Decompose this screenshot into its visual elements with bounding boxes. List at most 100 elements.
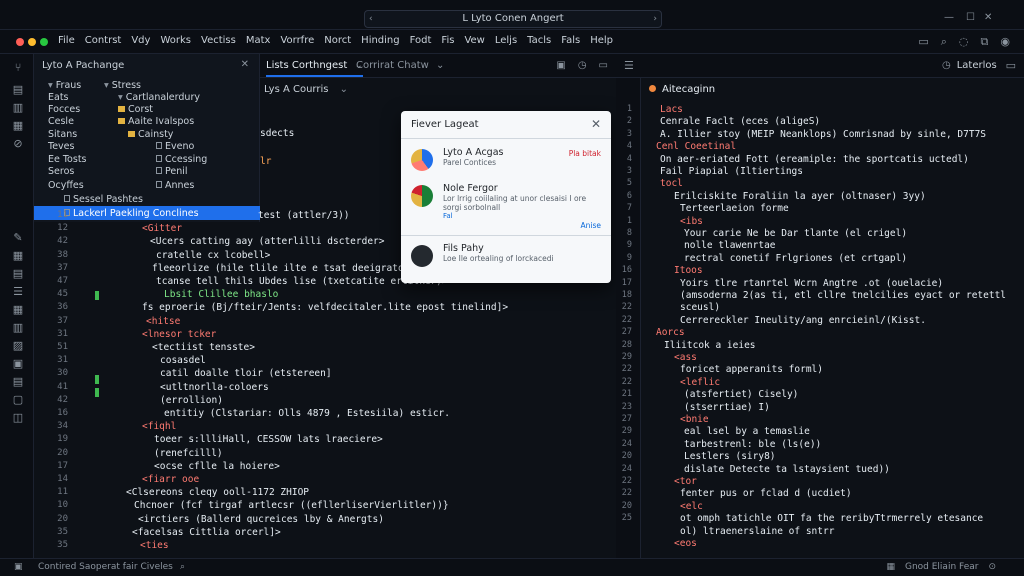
menu-item[interactable]: Contrst (85, 35, 122, 46)
chevron-down-icon[interactable]: ▾ (48, 80, 53, 91)
popup-item[interactable]: Lyto A Acgas Parel Contices Pla bitak (401, 147, 611, 171)
panel-icon[interactable]: ▤ (12, 268, 24, 280)
close-icon[interactable]: ✕ (241, 59, 249, 70)
split-icon[interactable]: ▭ (599, 60, 608, 71)
grid-icon[interactable]: ▦ (12, 250, 24, 262)
grid-icon[interactable]: ▦ (886, 562, 895, 572)
sync-icon[interactable]: ◌ (959, 35, 969, 49)
zoom-dot-icon[interactable] (40, 38, 48, 46)
menu-item[interactable]: Fodt (410, 35, 432, 46)
tree-item[interactable]: Ccessing (156, 154, 207, 165)
chevron-down-icon[interactable]: ▾ (104, 80, 109, 91)
tree-item[interactable]: Sitans (48, 129, 77, 140)
tree-item[interactable]: Ee Tosts (48, 154, 87, 165)
status-right-label[interactable]: Gnod Eliain Fear (905, 562, 978, 572)
account-icon[interactable]: ◉ (1000, 35, 1010, 49)
tree-item[interactable]: Sessel Pashtes (64, 194, 143, 205)
debug-icon[interactable]: ⊘ (12, 138, 24, 150)
remote-icon[interactable]: ▣ (14, 562, 23, 572)
notification-icon[interactable]: ⊙ (988, 562, 996, 572)
menu-icon[interactable]: ☰ (624, 59, 634, 72)
tree-item[interactable]: Penil (156, 166, 188, 177)
list-icon[interactable]: ☰ (12, 286, 24, 298)
breadcrumb[interactable]: Lys A Courris ⌄ (264, 84, 348, 95)
right-code-line: Fail Piapial (Iltiertings (660, 166, 803, 177)
menu-item[interactable]: Hinding (361, 35, 399, 46)
close-icon[interactable]: ✕ (591, 117, 601, 131)
tree-item[interactable]: Lackerl Paekling Conclines (64, 208, 199, 219)
tree-item[interactable]: Annes (156, 180, 194, 191)
tree-item[interactable]: Eveno (156, 141, 194, 152)
menu-item[interactable]: Fals (561, 35, 580, 46)
command-center[interactable]: ‹ L Lyto Conen Angert › (364, 10, 662, 28)
popup-item-link[interactable]: Fal (443, 212, 611, 220)
right-tab[interactable]: ◷ Laterlos (942, 60, 997, 71)
status-bar: ▣ Contired Saoperat fair Civeles ⌕ ▦ Gno… (0, 558, 1024, 576)
tab-inactive[interactable]: Corrirat Chatw ⌄ (356, 60, 444, 71)
box-icon[interactable]: ▢ (12, 394, 24, 406)
menu-item[interactable]: Matx (246, 35, 271, 46)
table-icon[interactable]: ▦ (12, 304, 24, 316)
tree-item[interactable]: Corst (118, 104, 153, 115)
back-icon[interactable]: ‹ (369, 11, 373, 27)
menu-item[interactable]: File (58, 35, 75, 46)
tree-item[interactable]: Cesle (48, 116, 74, 127)
layout-icon[interactable]: ▭ (918, 35, 928, 49)
close-dot-icon[interactable] (16, 38, 24, 46)
image-icon[interactable]: ▨ (12, 340, 24, 352)
chevron-down-icon[interactable]: ⌄ (340, 84, 348, 95)
source-control-icon[interactable]: ▦ (12, 120, 24, 132)
stack-icon[interactable]: ▥ (12, 322, 24, 334)
menu-item[interactable]: Vdy (131, 35, 150, 46)
pen-icon[interactable]: ✎ (12, 232, 24, 244)
tree-item[interactable]: Ocyffes (48, 180, 84, 191)
maximize-button[interactable]: ☐ (966, 12, 975, 23)
menu-item[interactable]: Tacls (527, 35, 551, 46)
panel-layout-icon[interactable]: ▭ (1006, 59, 1016, 72)
forward-icon[interactable]: › (653, 11, 657, 27)
right-code-line: <ass (674, 352, 697, 363)
minimize-dot-icon[interactable] (28, 38, 36, 46)
popup-item-badge[interactable]: Anise (581, 221, 602, 230)
layers-icon[interactable]: ◫ (12, 412, 24, 424)
code-line: <tectiist tensste> (152, 342, 255, 353)
chevron-down-icon[interactable]: ⌄ (436, 60, 444, 71)
settings-panel-icon[interactable]: ▤ (12, 376, 24, 388)
tab-active[interactable]: Lists Corthngest ⌄ (266, 60, 363, 77)
close-window-button[interactable]: ✕ (984, 12, 992, 23)
file-icon (156, 167, 162, 174)
extensions-icon[interactable]: ⧉ (981, 35, 989, 49)
tree-item[interactable]: ▾ Stress (104, 80, 141, 91)
popup-item[interactable]: Nole Fergor Lor lrrig coiilaling at unor… (401, 183, 611, 230)
tree-item[interactable]: Teves (48, 141, 74, 152)
tree-item[interactable]: Cainsty (128, 129, 173, 140)
terminal-icon[interactable]: ▣ (12, 358, 24, 370)
tree-item-label: Penil (165, 166, 188, 177)
popup-item[interactable]: Fils Pahy Loe Ile ortealing of lorckaced… (401, 243, 611, 267)
status-left[interactable]: Contired Saoperat fair Civeles (38, 562, 173, 572)
code-line: <hitse (146, 315, 181, 327)
git-icon[interactable]: ⑂ (12, 62, 24, 74)
save-icon[interactable]: ▣ (556, 60, 565, 71)
bell-icon[interactable]: ⌕ (180, 562, 185, 572)
chevron-down-icon[interactable]: ▾ (118, 92, 123, 103)
tree-item[interactable]: Seros (48, 166, 74, 177)
search-icon[interactable]: ⌕ (941, 35, 947, 49)
search-files-icon[interactable]: ▥ (12, 102, 24, 114)
minimize-button[interactable]: — (944, 12, 954, 23)
history-icon[interactable]: ◷ (578, 60, 587, 71)
tree-item[interactable]: Aaite Ivalspos (118, 116, 194, 127)
tree-item[interactable]: ▾ Cartlanalerdury (118, 92, 200, 103)
explorer-icon[interactable]: ▤ (12, 84, 24, 96)
tree-item[interactable]: Focces (48, 104, 80, 115)
tree-item[interactable]: ▾ Fraus (48, 80, 81, 91)
menu-item[interactable]: Leljs (495, 35, 517, 46)
menu-item[interactable]: Help (590, 35, 613, 46)
menu-item[interactable]: Vorrfre (280, 35, 314, 46)
menu-item[interactable]: Vectiss (201, 35, 236, 46)
tree-item[interactable]: Eats (48, 92, 69, 103)
menu-item[interactable]: Vew (464, 35, 484, 46)
menu-item[interactable]: Norct (324, 35, 351, 46)
menu-item[interactable]: Works (160, 35, 191, 46)
menu-item[interactable]: Fis (441, 35, 454, 46)
